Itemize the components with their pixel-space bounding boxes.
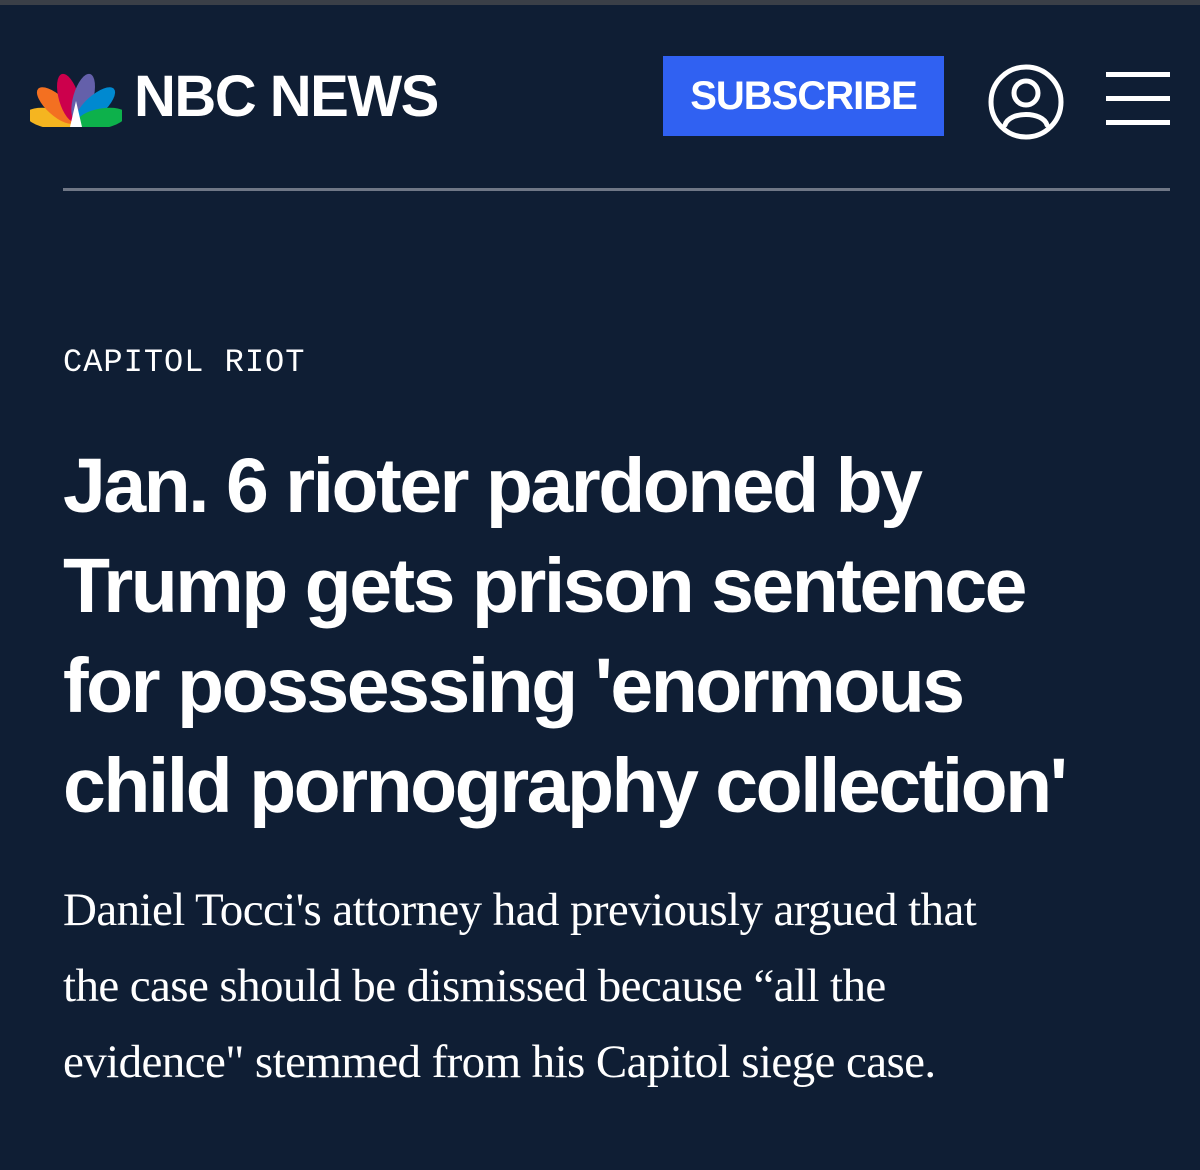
headline-line: child pornography collection' (63, 743, 1068, 829)
headline-line: for possessing 'enormous (63, 643, 965, 729)
site-header: NBC NEWS SUBSCRIBE (0, 5, 1200, 190)
section-label[interactable]: CAPITOL RIOT (63, 343, 305, 383)
hamburger-menu-icon[interactable] (1106, 72, 1170, 126)
dek-line: the case should be dismissed because “al… (63, 960, 886, 1012)
nbc-peacock-icon (30, 73, 122, 127)
headline-line: Trump gets prison sentence (63, 543, 1027, 629)
subscribe-button[interactable]: SUBSCRIBE (663, 56, 944, 136)
brand-wordmark: NBC NEWS (134, 64, 439, 129)
dek-line: evidence" stemmed from his Capitol siege… (63, 1036, 936, 1088)
headline-line: Jan. 6 rioter pardoned by (63, 443, 923, 529)
header-divider (63, 188, 1170, 191)
dek-line: Daniel Tocci's attorney had previously a… (63, 884, 977, 936)
article-headline[interactable]: Jan. 6 rioter pardoned by Trump gets pri… (63, 436, 1173, 836)
nbc-news-logo[interactable]: NBC NEWS (30, 64, 439, 129)
user-circle-icon[interactable] (987, 63, 1065, 141)
article-dek: Daniel Tocci's attorney had previously a… (63, 872, 1173, 1100)
